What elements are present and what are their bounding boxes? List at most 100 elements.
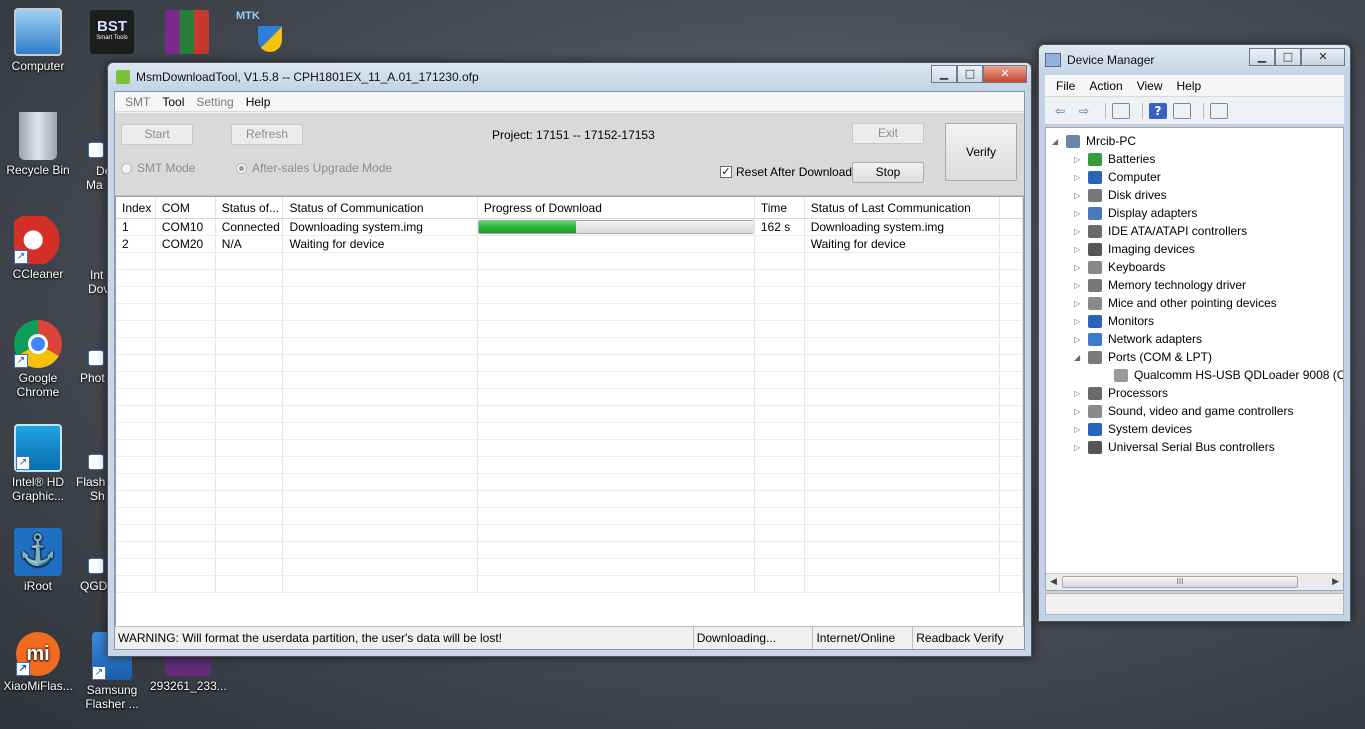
menu-smt[interactable]: SMT (119, 95, 156, 109)
table-row[interactable] (116, 287, 1023, 304)
tree-category-item[interactable]: ▷ Universal Serial Bus controllers (1074, 438, 1275, 456)
menu-setting[interactable]: Setting (190, 95, 239, 109)
expand-arrow-icon[interactable]: ▷ (1074, 263, 1084, 272)
table-row[interactable] (116, 270, 1023, 287)
expand-arrow-icon[interactable]: ▷ (1074, 407, 1084, 416)
desktop-icon-chrome[interactable]: ↗ Google Chrome (0, 320, 76, 399)
tree-category-item[interactable]: ▷ Imaging devices (1074, 240, 1195, 258)
back-arrow-icon[interactable]: ⇦ (1051, 103, 1069, 119)
column-header-index[interactable]: Index (116, 197, 156, 218)
menu-view[interactable]: View (1130, 79, 1170, 93)
tree-device-item[interactable]: Qualcomm HS-USB QDLoader 9008 (COM10) (1100, 366, 1343, 384)
tree-category-item[interactable]: ▷ Network adapters (1074, 330, 1202, 348)
column-header-progress[interactable]: Progress of Download (478, 197, 755, 218)
verify-button[interactable]: Verify (945, 123, 1017, 181)
horizontal-scrollbar[interactable]: ◀ III ▶ (1046, 573, 1343, 590)
tree-category-item[interactable]: ▷ Processors (1074, 384, 1168, 402)
scroll-left-icon[interactable]: ◀ (1050, 576, 1057, 587)
menu-help[interactable]: Help (1170, 79, 1209, 93)
expand-arrow-icon[interactable]: ▷ (1074, 191, 1084, 200)
mtk-tool-icon[interactable]: MTK (236, 10, 284, 54)
table-row[interactable] (116, 440, 1023, 457)
expand-arrow-icon[interactable]: ▷ (1074, 443, 1084, 452)
view-icon[interactable] (1173, 102, 1191, 119)
tree-category-item[interactable]: ◢ Ports (COM & LPT) (1074, 348, 1212, 366)
minimize-button[interactable]: ▁ (1249, 48, 1275, 66)
maximize-button[interactable]: □ (1275, 48, 1301, 66)
aftersales-mode-radio[interactable]: After-sales Upgrade Mode (236, 161, 392, 175)
table-row[interactable]: 1 COM10 Connected Downloading system.img 162… (116, 219, 1023, 236)
properties-icon[interactable] (1112, 102, 1130, 119)
column-header-last-communication[interactable]: Status of Last Communication (805, 197, 1001, 218)
close-button[interactable]: ✕ (983, 65, 1027, 83)
expand-arrow-icon[interactable]: ▷ (1074, 299, 1084, 308)
table-row[interactable] (116, 559, 1023, 576)
desktop-icon-computer[interactable]: Computer (0, 8, 76, 73)
desktop-icon-iroot[interactable]: ⚓ iRoot (0, 528, 76, 593)
desktop-icon-intel-hd[interactable]: ↗ Intel® HD Graphic... (0, 424, 76, 503)
close-button[interactable]: ✕ (1301, 48, 1345, 66)
tree-category-item[interactable]: ▷ System devices (1074, 420, 1192, 438)
table-row[interactable] (116, 304, 1023, 321)
column-header-com[interactable]: COM (156, 197, 216, 218)
bst-tools-icon[interactable]: BST Smart Tools (90, 10, 134, 54)
scrollbar-thumb[interactable]: III (1062, 576, 1298, 588)
desktop-icon-recycle-bin[interactable]: Recycle Bin (0, 112, 76, 177)
table-row[interactable] (116, 338, 1023, 355)
table-row[interactable] (116, 576, 1023, 593)
table-row[interactable] (116, 542, 1023, 559)
table-row[interactable] (116, 491, 1023, 508)
expand-arrow-icon[interactable]: ▷ (1074, 209, 1084, 218)
expand-arrow-icon[interactable]: ▷ (1074, 155, 1084, 164)
collapse-arrow-icon[interactable]: ◢ (1052, 137, 1062, 146)
table-row[interactable] (116, 525, 1023, 542)
minimize-button[interactable]: ▁ (931, 65, 957, 83)
tree-category-item[interactable]: ▷ Keyboards (1074, 258, 1165, 276)
table-row[interactable] (116, 508, 1023, 525)
expand-arrow-icon[interactable]: ▷ (1074, 389, 1084, 398)
msm-titlebar[interactable]: MsmDownloadTool, V1.5.8 -- CPH1801EX_11_… (108, 63, 1031, 91)
help-icon[interactable]: ? (1149, 102, 1167, 119)
table-row[interactable] (116, 253, 1023, 270)
smt-mode-radio[interactable]: SMT Mode (121, 161, 195, 175)
maximize-button[interactable]: □ (957, 65, 983, 83)
table-row[interactable] (116, 423, 1023, 440)
winrar-icon[interactable] (165, 10, 209, 54)
desktop-icon-ccleaner[interactable]: ↗ CCleaner (0, 216, 76, 281)
refresh-button[interactable]: Refresh (231, 124, 303, 145)
expand-arrow-icon[interactable]: ▷ (1074, 425, 1084, 434)
desktop-icon-xiaomiflash[interactable]: mi ↗ XiaoMiFlas... (0, 632, 76, 693)
tree-category-item[interactable]: ▷ Mice and other pointing devices (1074, 294, 1277, 312)
table-row[interactable] (116, 406, 1023, 423)
menu-tool[interactable]: Tool (156, 95, 190, 109)
table-row[interactable] (116, 474, 1023, 491)
expand-arrow-icon[interactable]: ▷ (1074, 245, 1084, 254)
expand-arrow-icon[interactable]: ▷ (1074, 335, 1084, 344)
expand-arrow-icon[interactable]: ▷ (1074, 281, 1084, 290)
tree-category-item[interactable]: ▷ Computer (1074, 168, 1161, 186)
expand-arrow-icon[interactable]: ▷ (1074, 317, 1084, 326)
start-button[interactable]: Start (121, 124, 193, 145)
reset-after-download-checkbox[interactable]: ✓ Reset After Download (720, 165, 852, 179)
table-row[interactable] (116, 389, 1023, 406)
exit-button[interactable]: Exit (852, 123, 924, 144)
stop-button[interactable]: Stop (852, 162, 924, 183)
tree-category-item[interactable]: ▷ IDE ATA/ATAPI controllers (1074, 222, 1247, 240)
tree-category-item[interactable]: ▷ Sound, video and game controllers (1074, 402, 1293, 420)
column-header-status[interactable]: Status of... (216, 197, 284, 218)
forward-arrow-icon[interactable]: ⇨ (1075, 103, 1093, 119)
menu-action[interactable]: Action (1082, 79, 1129, 93)
table-row[interactable] (116, 457, 1023, 474)
menu-help[interactable]: Help (240, 95, 277, 109)
expand-arrow-icon[interactable]: ▷ (1074, 173, 1084, 182)
tree-category-item[interactable]: ▷ Batteries (1074, 150, 1155, 168)
tree-category-item[interactable]: ▷ Monitors (1074, 312, 1154, 330)
column-header-time[interactable]: Time (755, 197, 805, 218)
column-header-status-communication[interactable]: Status of Communication (283, 197, 478, 218)
tree-category-item[interactable]: ▷ Memory technology driver (1074, 276, 1246, 294)
table-row[interactable] (116, 355, 1023, 372)
tree-root[interactable]: ◢ Mrcib-PC (1052, 132, 1136, 150)
tree-category-item[interactable]: ▷ Display adapters (1074, 204, 1197, 222)
table-row[interactable] (116, 321, 1023, 338)
scroll-right-icon[interactable]: ▶ (1332, 576, 1339, 587)
